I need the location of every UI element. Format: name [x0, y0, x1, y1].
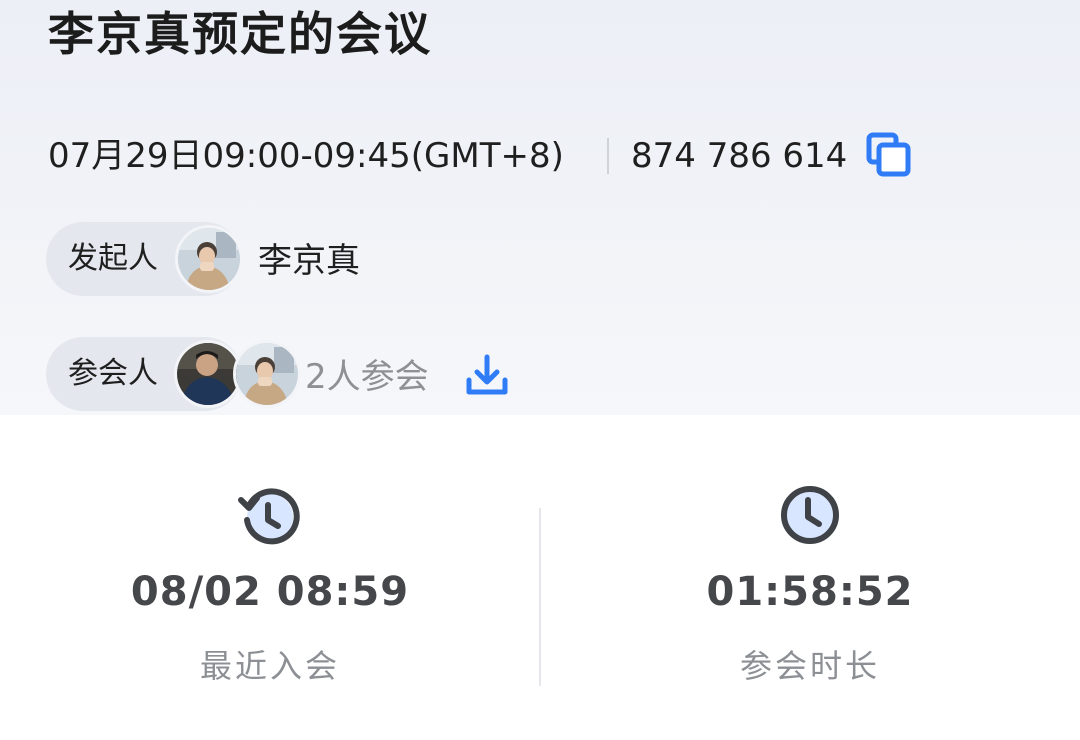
- participant-count[interactable]: 2人参会: [305, 352, 429, 402]
- meeting-id: 874 786 614: [631, 136, 848, 176]
- participant-avatar-2[interactable]: [233, 340, 301, 408]
- stat-last-join-label: 最近入会: [199, 647, 340, 685]
- participant-avatar-1[interactable]: [174, 340, 242, 408]
- stat-last-join: 08/02 08:59 最近入会: [0, 470, 540, 710]
- stat-duration: 01:58:52 参会时长: [540, 470, 1080, 710]
- stat-last-join-value: 08/02 08:59: [130, 569, 410, 615]
- organizer-label: 发起人: [68, 241, 158, 276]
- organizer-name: 李京真: [258, 241, 360, 281]
- history-clock-icon: [235, 480, 305, 550]
- organizer-avatar[interactable]: [175, 225, 243, 293]
- download-icon[interactable]: [462, 351, 512, 401]
- participants-label: 参会人: [68, 356, 158, 391]
- clock-icon: [775, 480, 845, 550]
- info-divider: [607, 138, 609, 174]
- meeting-time: 07月29日09:00-09:45(GMT+8): [48, 136, 564, 176]
- stat-duration-label: 参会时长: [739, 647, 880, 685]
- stat-duration-value: 01:58:52: [706, 569, 914, 615]
- copy-icon[interactable]: [864, 130, 914, 180]
- page-title: 李京真预定的会议: [48, 7, 432, 61]
